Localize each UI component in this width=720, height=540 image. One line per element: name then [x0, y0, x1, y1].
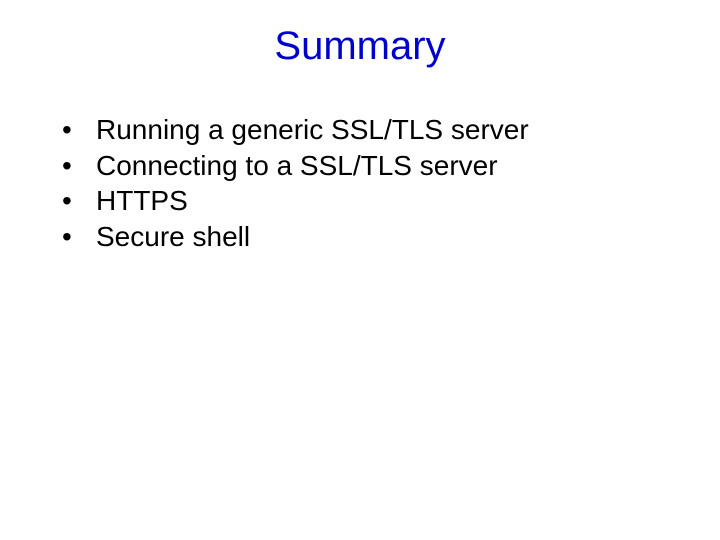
list-item: • Secure shell [60, 220, 660, 254]
bullet-text: HTTPS [96, 184, 188, 218]
slide: Summary • Running a generic SSL/TLS serv… [0, 0, 720, 540]
bullet-icon: • [60, 220, 96, 254]
list-item: • Connecting to a SSL/TLS server [60, 149, 660, 183]
list-item: • HTTPS [60, 184, 660, 218]
bullet-icon: • [60, 113, 96, 147]
bullet-text: Connecting to a SSL/TLS server [96, 149, 498, 183]
bullet-text: Secure shell [96, 220, 250, 254]
list-item: • Running a generic SSL/TLS server [60, 113, 660, 147]
slide-title: Summary [60, 24, 660, 69]
bullet-icon: • [60, 184, 96, 218]
bullet-list: • Running a generic SSL/TLS server • Con… [60, 113, 660, 253]
bullet-icon: • [60, 149, 96, 183]
bullet-text: Running a generic SSL/TLS server [96, 113, 529, 147]
